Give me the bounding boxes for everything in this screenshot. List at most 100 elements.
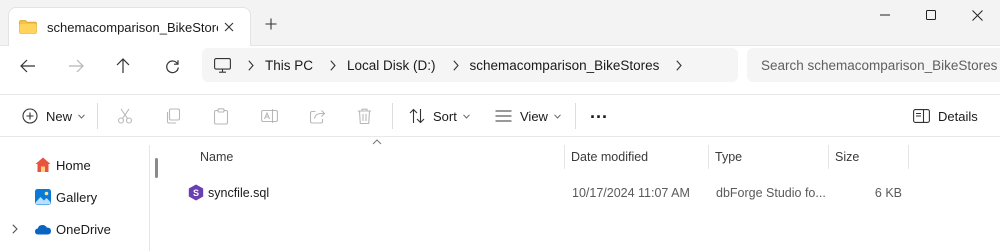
close-icon — [224, 22, 234, 32]
chevron-down-icon — [78, 113, 85, 119]
column-header-label: Name — [200, 150, 234, 164]
column-header-name[interactable]: Name — [194, 145, 565, 169]
chevron-right-icon — [452, 59, 459, 71]
scissors-icon — [117, 108, 133, 124]
breadcrumb-current-folder[interactable]: schemacomparison_BikeStores — [470, 58, 660, 73]
column-header-row: Name Date modified Type Size — [164, 145, 909, 169]
divider — [392, 103, 393, 129]
column-header-label: Date modified — [571, 150, 649, 164]
address-row: This PC Local Disk (D:) schemacomparison… — [0, 46, 1000, 86]
home-icon — [35, 157, 51, 172]
paste-button[interactable] — [213, 103, 229, 129]
chevron-right-icon — [248, 59, 254, 71]
tab-title: schemacomparison_BikeStores — [47, 19, 218, 35]
breadcrumb-this-pc[interactable]: This PC — [265, 58, 313, 73]
file-row[interactable]: S syncfile.sql 10/17/2024 11:07 AM dbFor… — [164, 181, 909, 205]
file-type: dbForge Studio fo... — [716, 186, 826, 200]
share-button[interactable] — [309, 103, 326, 129]
close-tab-button[interactable] — [218, 16, 240, 38]
delete-button[interactable] — [357, 103, 372, 129]
pane-splitter[interactable] — [149, 145, 150, 251]
title-bar: schemacomparison_BikeStores — [0, 0, 1000, 46]
maximize-button[interactable] — [908, 0, 954, 30]
minimize-button[interactable] — [862, 0, 908, 30]
details-pane-icon — [913, 109, 930, 123]
more-options-label: ... — [590, 101, 609, 122]
trash-icon — [357, 108, 372, 124]
nav-label-gallery: Gallery — [56, 189, 98, 205]
column-header-type[interactable]: Type — [709, 145, 829, 169]
new-button[interactable]: New — [22, 103, 85, 129]
new-label: New — [46, 108, 73, 124]
rename-icon — [261, 109, 278, 123]
nav-item-onedrive[interactable]: OneDrive — [0, 216, 150, 242]
arrow-up-icon — [116, 58, 130, 73]
cut-button[interactable] — [117, 103, 133, 129]
breadcrumb-separator[interactable] — [237, 48, 265, 82]
sort-label: Sort — [433, 108, 457, 124]
details-label: Details — [938, 108, 978, 124]
sort-button[interactable]: Sort — [409, 103, 470, 129]
new-tab-button[interactable] — [259, 12, 283, 36]
view-button[interactable]: View — [495, 103, 561, 129]
column-header-label: Type — [715, 150, 743, 164]
breadcrumb-separator[interactable] — [665, 48, 693, 82]
nav-label-home: Home — [56, 157, 91, 173]
clipboard-icon — [213, 107, 229, 125]
computer-icon — [214, 57, 231, 73]
breadcrumb-separator[interactable] — [442, 48, 470, 82]
file-size: 6 KB — [874, 186, 902, 200]
arrow-left-icon — [20, 59, 35, 73]
view-label: View — [520, 108, 548, 124]
chevron-down-icon — [462, 113, 470, 119]
svg-text:S: S — [193, 188, 199, 198]
divider — [97, 103, 98, 129]
forward-button[interactable] — [61, 52, 91, 80]
refresh-button[interactable] — [157, 52, 187, 80]
dbforge-file-icon: S — [188, 184, 204, 201]
nav-item-home[interactable]: Home — [0, 152, 150, 178]
nav-label-onedrive: OneDrive — [56, 221, 111, 237]
gallery-icon — [35, 189, 51, 205]
divider — [575, 103, 576, 129]
chevron-right-icon — [676, 59, 683, 71]
rename-button[interactable] — [261, 103, 278, 129]
back-button[interactable] — [13, 52, 43, 80]
scrollbar-thumb[interactable] — [155, 158, 158, 178]
sort-icon — [409, 108, 425, 124]
copy-button[interactable] — [165, 103, 181, 129]
folder-icon — [19, 20, 37, 34]
search-input[interactable]: Search schemacomparison_BikeStores — [747, 48, 1000, 82]
file-date-modified: 10/17/2024 11:07 AM — [572, 186, 690, 200]
chevron-right-icon — [330, 59, 336, 71]
close-icon — [971, 9, 983, 21]
column-header-date[interactable]: Date modified — [565, 145, 709, 169]
column-header-size[interactable]: Size — [829, 145, 909, 169]
chevron-down-icon — [554, 113, 561, 119]
search-placeholder: Search schemacomparison_BikeStores — [761, 57, 998, 73]
file-name: syncfile.sql — [208, 186, 270, 200]
chevron-right-icon[interactable] — [12, 224, 18, 234]
plus-icon — [265, 18, 277, 30]
copy-icon — [166, 108, 181, 124]
up-button[interactable] — [108, 52, 138, 80]
refresh-icon — [165, 59, 179, 73]
column-header-label: Size — [835, 150, 860, 164]
breadcrumb-local-disk[interactable]: Local Disk (D:) — [347, 58, 436, 73]
view-list-icon — [495, 110, 512, 122]
breadcrumb-separator[interactable] — [319, 48, 347, 82]
navigation-pane: Home Gallery OneDrive — [0, 145, 150, 251]
maximize-icon — [926, 10, 936, 20]
address-bar[interactable]: This PC Local Disk (D:) schemacomparison… — [202, 48, 738, 82]
onedrive-icon — [35, 225, 51, 235]
nav-item-gallery[interactable]: Gallery — [0, 184, 150, 210]
add-circle-icon — [22, 108, 38, 124]
close-window-button[interactable] — [954, 0, 1000, 30]
more-options-button[interactable]: ... — [590, 101, 609, 129]
share-icon — [309, 110, 326, 124]
details-button[interactable]: Details — [913, 103, 978, 129]
arrow-right-icon — [69, 59, 84, 73]
command-bar: New Sort View ... Details — [0, 94, 1000, 137]
minimize-icon — [880, 14, 890, 16]
tab-active[interactable]: schemacomparison_BikeStores — [8, 7, 251, 46]
